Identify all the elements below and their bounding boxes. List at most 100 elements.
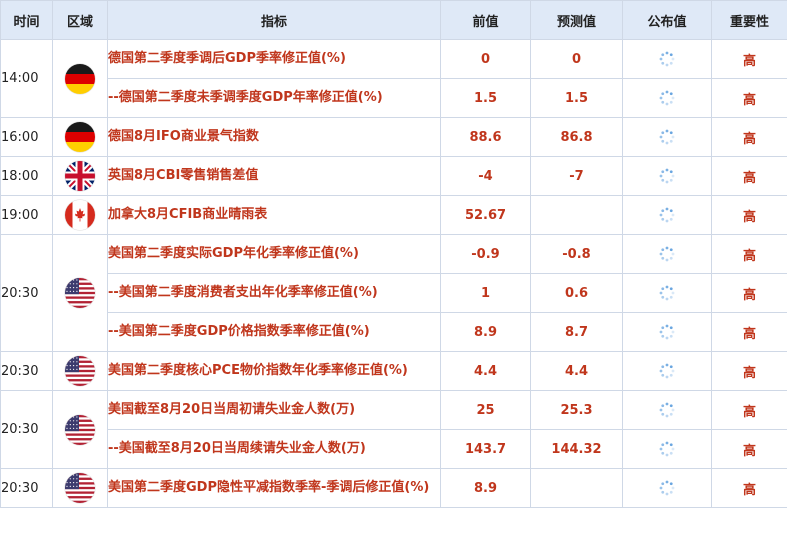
event-time: 20:30 bbox=[0, 234, 53, 352]
actual-value bbox=[622, 468, 712, 508]
table-header-row: 时间 区域 指标 前值 预测值 公布值 重要性 bbox=[0, 0, 787, 40]
importance-value: 高 bbox=[711, 429, 787, 469]
event-time: 20:30 bbox=[0, 351, 53, 391]
forecast-value: 0.6 bbox=[530, 273, 623, 313]
previous-value: 4.4 bbox=[440, 351, 531, 391]
table-row: 16:00 德国8月IFO商业景气指数 88.6 86.8 高 bbox=[0, 117, 787, 157]
importance-value: 高 bbox=[711, 156, 787, 196]
forecast-value: -0.8 bbox=[530, 234, 623, 274]
loading-icon bbox=[658, 479, 676, 497]
header-actual: 公布值 bbox=[622, 0, 712, 40]
indicator-link[interactable]: --美国第二季度GDP价格指数季率修正值(%) bbox=[107, 312, 441, 352]
indicator-link[interactable]: --美国第二季度消费者支出年化季率修正值(%) bbox=[107, 273, 441, 313]
usa-flag-icon bbox=[65, 473, 95, 503]
forecast-value: -7 bbox=[530, 156, 623, 196]
table-row: --美国第二季度消费者支出年化季率修正值(%) 1 0.6 高 bbox=[1, 273, 787, 313]
usa-flag-icon bbox=[65, 278, 95, 308]
loading-icon bbox=[658, 284, 676, 302]
loading-icon bbox=[658, 362, 676, 380]
loading-icon bbox=[658, 206, 676, 224]
loading-icon bbox=[658, 50, 676, 68]
table-body: 14:00 德国第二季度季调后GDP季率修正值(%) 0 0 高 --德国第二季度未季调季… bbox=[0, 39, 787, 508]
usa-flag-icon bbox=[65, 414, 95, 445]
loading-icon bbox=[658, 167, 676, 185]
indicator-link[interactable]: 美国第二季度核心PCE物价指数年化季率修正值(%) bbox=[107, 351, 441, 391]
loading-icon bbox=[658, 128, 676, 146]
table-row: --美国第二季度GDP价格指数季率修正值(%) 8.9 8.7 高 bbox=[1, 312, 787, 352]
table-row: 20:30 美国第二季度GDP隐性平减指数季率-季调后修正值(%) 8.9 高 bbox=[0, 468, 787, 508]
forecast-value: 0 bbox=[530, 39, 623, 79]
uk-flag-icon bbox=[65, 161, 95, 191]
indicator-link[interactable]: 德国第二季度季调后GDP季率修正值(%) bbox=[107, 39, 441, 79]
previous-value: 88.6 bbox=[440, 117, 531, 157]
event-time: 19:00 bbox=[0, 195, 53, 235]
event-time: 14:00 bbox=[0, 39, 53, 118]
table-row: --美国截至8月20日当周续请失业金人数(万) 143.7 144.32 高 bbox=[1, 429, 787, 469]
importance-value: 高 bbox=[711, 273, 787, 313]
actual-value bbox=[622, 78, 712, 118]
previous-value: -4 bbox=[440, 156, 531, 196]
indicator-link[interactable]: --美国截至8月20日当周续请失业金人数(万) bbox=[107, 429, 441, 469]
header-forecast: 预测值 bbox=[530, 0, 623, 40]
forecast-value bbox=[530, 468, 623, 508]
actual-value bbox=[622, 234, 712, 274]
header-time: 时间 bbox=[0, 0, 53, 40]
forecast-value: 1.5 bbox=[530, 78, 623, 118]
previous-value: 25 bbox=[440, 390, 531, 430]
importance-value: 高 bbox=[711, 390, 787, 430]
loading-icon bbox=[658, 89, 676, 107]
forecast-value: 25.3 bbox=[530, 390, 623, 430]
germany-flag-icon bbox=[65, 63, 95, 94]
indicator-link[interactable]: 美国第二季度实际GDP年化季率修正值(%) bbox=[107, 234, 441, 274]
indicator-link[interactable]: 德国8月IFO商业景气指数 bbox=[107, 117, 441, 157]
economic-calendar-table: 时间 区域 指标 前值 预测值 公布值 重要性 14:00 德国第二季度季调后GD… bbox=[0, 0, 787, 508]
table-row: 20:30 美国第二季度实际GDP年化季率修正值(%) -0.9 -0.8 高 bbox=[0, 234, 787, 352]
event-time: 20:30 bbox=[0, 468, 53, 508]
actual-value bbox=[622, 39, 712, 79]
table-row: --德国第二季度未季调季度GDP年率修正值(%) 1.5 1.5 高 bbox=[1, 78, 787, 118]
loading-icon bbox=[658, 401, 676, 419]
importance-value: 高 bbox=[711, 468, 787, 508]
previous-value: 0 bbox=[440, 39, 531, 79]
previous-value: 8.9 bbox=[440, 468, 531, 508]
previous-value: -0.9 bbox=[440, 234, 531, 274]
table-row: 20:30 美国截至8月20日当周初请失业金人数(万) 25 25.3 高 bbox=[0, 390, 787, 469]
event-time: 20:30 bbox=[0, 390, 53, 469]
table-row: 18:00 英国8月CBI零售销售差值 -4 -7 高 bbox=[0, 156, 787, 196]
region-cell bbox=[52, 39, 108, 118]
loading-icon bbox=[658, 245, 676, 263]
importance-value: 高 bbox=[711, 234, 787, 274]
region-cell bbox=[52, 351, 108, 391]
actual-value bbox=[622, 273, 712, 313]
previous-value: 1 bbox=[440, 273, 531, 313]
forecast-value: 4.4 bbox=[530, 351, 623, 391]
indicator-link[interactable]: 加拿大8月CFIB商业晴雨表 bbox=[107, 195, 441, 235]
forecast-value: 144.32 bbox=[530, 429, 623, 469]
canada-flag-icon bbox=[65, 200, 95, 230]
actual-value bbox=[622, 351, 712, 391]
actual-value bbox=[622, 390, 712, 430]
header-region: 区域 bbox=[52, 0, 108, 40]
importance-value: 高 bbox=[711, 195, 787, 235]
indicator-link[interactable]: 英国8月CBI零售销售差值 bbox=[107, 156, 441, 196]
header-previous: 前值 bbox=[440, 0, 531, 40]
header-indicator: 指标 bbox=[107, 0, 441, 40]
forecast-value: 8.7 bbox=[530, 312, 623, 352]
region-cell bbox=[52, 234, 108, 352]
previous-value: 8.9 bbox=[440, 312, 531, 352]
indicator-link[interactable]: 美国截至8月20日当周初请失业金人数(万) bbox=[107, 390, 441, 430]
event-time: 16:00 bbox=[0, 117, 53, 157]
loading-icon bbox=[658, 440, 676, 458]
loading-icon bbox=[658, 323, 676, 341]
indicator-link[interactable]: 美国第二季度GDP隐性平减指数季率-季调后修正值(%) bbox=[107, 468, 441, 508]
importance-value: 高 bbox=[711, 312, 787, 352]
previous-value: 52.67 bbox=[440, 195, 531, 235]
actual-value bbox=[622, 429, 712, 469]
germany-flag-icon bbox=[65, 122, 95, 152]
importance-value: 高 bbox=[711, 39, 787, 79]
event-time: 18:00 bbox=[0, 156, 53, 196]
indicator-link[interactable]: --德国第二季度未季调季度GDP年率修正值(%) bbox=[107, 78, 441, 118]
table-row: 19:00 加拿大8月CFIB商业晴雨表 52.67 高 bbox=[0, 195, 787, 235]
region-cell bbox=[52, 195, 108, 235]
usa-flag-icon bbox=[65, 356, 95, 386]
